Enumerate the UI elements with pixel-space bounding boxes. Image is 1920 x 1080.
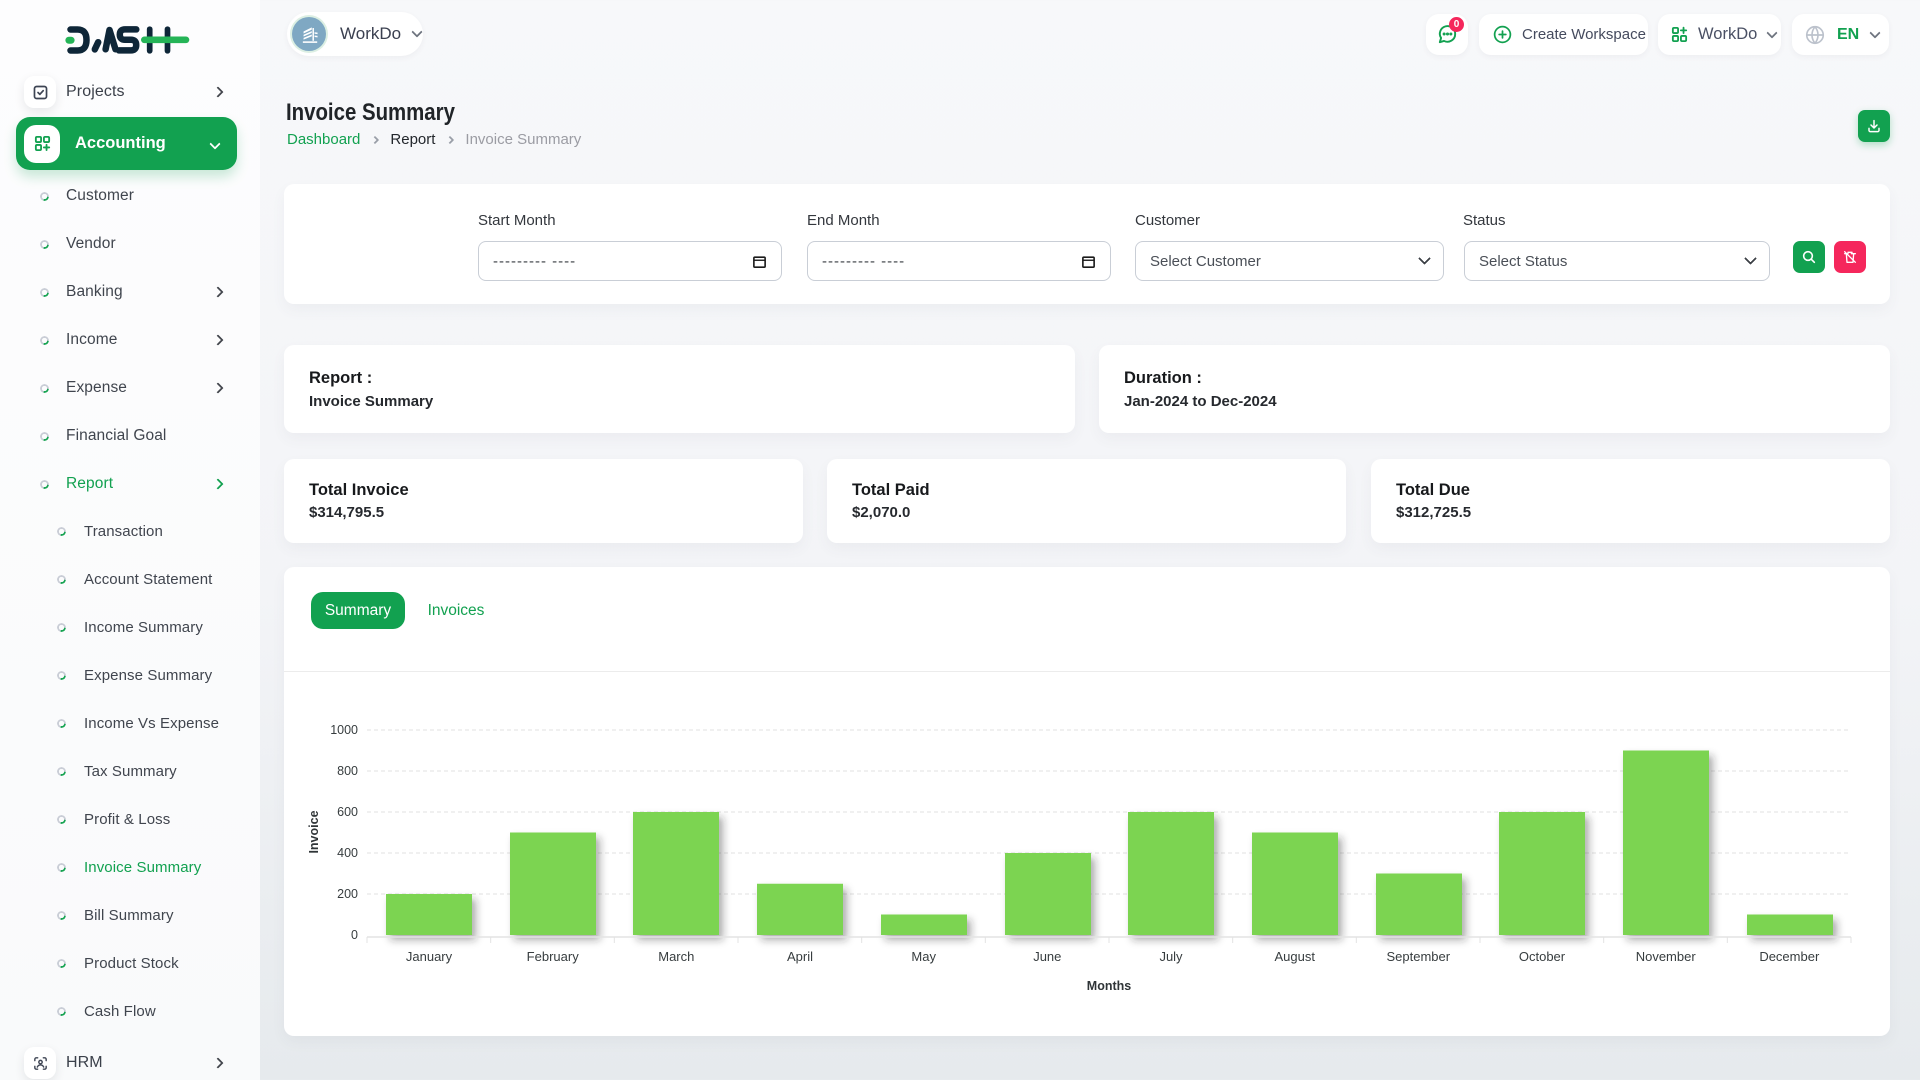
svg-text:200: 200 xyxy=(337,887,358,901)
svg-text:1000: 1000 xyxy=(330,723,358,737)
svg-text:October: October xyxy=(1519,949,1566,964)
svg-text:June: June xyxy=(1033,949,1061,964)
svg-text:Months: Months xyxy=(1087,979,1131,993)
svg-text:July: July xyxy=(1159,949,1183,964)
svg-text:December: December xyxy=(1759,949,1820,964)
svg-text:April: April xyxy=(787,949,813,964)
svg-text:September: September xyxy=(1387,949,1451,964)
svg-text:May: May xyxy=(911,949,936,964)
svg-text:400: 400 xyxy=(337,846,358,860)
svg-text:600: 600 xyxy=(337,805,358,819)
svg-text:Invoice: Invoice xyxy=(307,810,321,853)
svg-text:August: August xyxy=(1274,949,1315,964)
svg-text:March: March xyxy=(658,949,694,964)
svg-text:February: February xyxy=(527,949,580,964)
svg-text:November: November xyxy=(1636,949,1697,964)
svg-text:January: January xyxy=(406,949,453,964)
svg-text:0: 0 xyxy=(351,928,358,942)
svg-text:800: 800 xyxy=(337,764,358,778)
